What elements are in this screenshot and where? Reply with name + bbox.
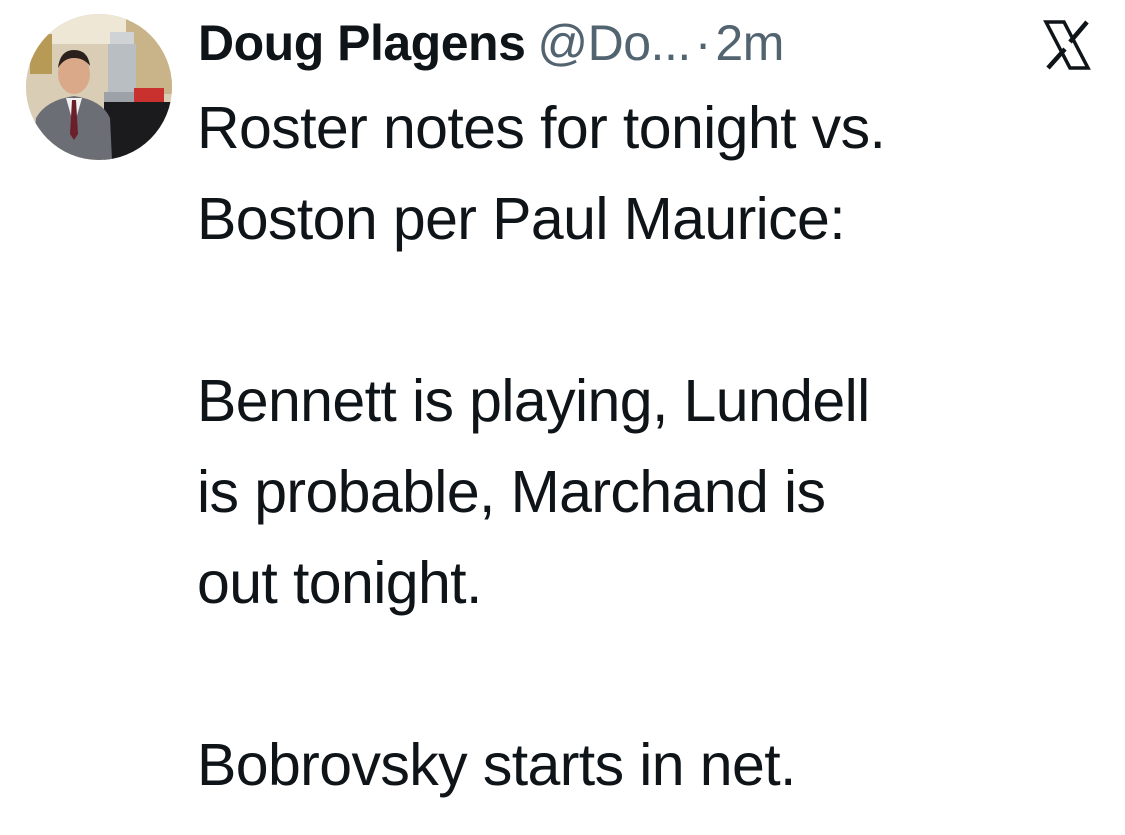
header-separator: · [694, 15, 712, 71]
tweet-line-4: is probable, Marchand is [197, 459, 826, 525]
tweet-card: Doug Plagens @Do... · 2m Roster notes fo… [0, 0, 1125, 835]
tweet-line-6: Bobrovsky starts in net. [197, 732, 796, 798]
author-handle[interactable]: @Do... [537, 10, 691, 76]
close-button[interactable] [1038, 16, 1096, 74]
tweet-line-5: out tonight. [197, 550, 482, 616]
tweet-timestamp[interactable]: 2m [715, 10, 784, 76]
author-display-name[interactable]: Doug Plagens [198, 10, 526, 76]
profile-photo-icon [26, 14, 172, 160]
tweet-body: Roster notes for tonight vs. Boston per … [197, 83, 1097, 811]
tweet-header: Doug Plagens @Do... · 2m [198, 10, 784, 76]
tweet-line-1: Roster notes for tonight vs. [197, 95, 886, 161]
x-close-icon [1043, 20, 1091, 70]
tweet-line-2: Boston per Paul Maurice: [197, 186, 846, 252]
author-avatar[interactable] [26, 14, 172, 160]
tweet-line-3: Bennett is playing, Lundell [197, 368, 870, 434]
